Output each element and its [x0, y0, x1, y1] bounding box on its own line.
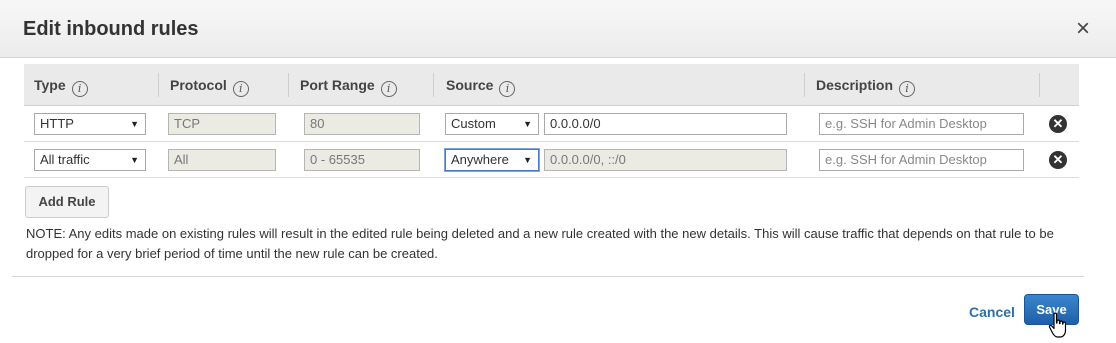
type-select[interactable]: HTTP — [34, 113, 146, 135]
add-rule-button[interactable]: Add Rule — [25, 186, 109, 218]
source-mode-select[interactable]: Custom — [445, 113, 539, 135]
table-row: HTTP TCP 80 Custom 0.0.0.0/0 e.g. SSH fo… — [24, 106, 1079, 142]
source-cidr-input[interactable]: 0.0.0.0/0 — [544, 113, 787, 135]
description-input[interactable]: e.g. SSH for Admin Desktop — [819, 149, 1024, 171]
source-cidr-input: 0.0.0.0/0, ::/0 — [544, 149, 787, 171]
modal-header: Edit inbound rules × — [0, 0, 1116, 58]
close-icon[interactable]: × — [1072, 17, 1094, 41]
port-range-field: 80 — [304, 113, 420, 135]
type-select[interactable]: All traffic — [34, 149, 146, 171]
column-header-type: Type i — [24, 64, 88, 106]
footer-divider — [12, 276, 1084, 277]
column-label: Port Range — [300, 77, 375, 93]
column-label: Protocol — [170, 77, 227, 93]
inbound-rules-table: Type i Protocol i Port Range i Source i Desc… — [24, 64, 1079, 178]
column-divider — [804, 73, 805, 97]
info-icon[interactable]: i — [71, 81, 88, 97]
column-divider — [433, 73, 434, 97]
info-icon[interactable]: i — [499, 81, 516, 97]
remove-rule-icon[interactable]: ✕ — [1049, 115, 1067, 133]
edit-warning-note: NOTE: Any edits made on existing rules w… — [26, 226, 1054, 261]
description-input[interactable]: e.g. SSH for Admin Desktop — [819, 113, 1024, 135]
column-header-description: Description i — [806, 64, 916, 106]
info-icon[interactable]: i — [899, 81, 916, 97]
info-icon[interactable]: i — [380, 81, 397, 97]
column-divider — [158, 73, 159, 97]
column-header-source: Source i — [436, 64, 516, 106]
column-label: Description — [816, 77, 894, 93]
column-divider — [1039, 73, 1040, 97]
column-header-port-range: Port Range i — [290, 64, 397, 106]
column-divider — [288, 73, 289, 97]
port-range-field: 0 - 65535 — [304, 149, 420, 171]
column-label: Type — [34, 77, 66, 93]
table-header: Type i Protocol i Port Range i Source i Desc… — [24, 64, 1079, 106]
protocol-field: All — [168, 149, 276, 171]
source-mode-select[interactable]: Anywhere — [444, 148, 540, 172]
cancel-button[interactable]: Cancel — [969, 304, 1015, 320]
remove-rule-icon[interactable]: ✕ — [1049, 151, 1067, 169]
info-icon[interactable]: i — [232, 81, 249, 97]
modal-title: Edit inbound rules — [23, 18, 199, 40]
protocol-field: TCP — [168, 113, 276, 135]
column-header-protocol: Protocol i — [160, 64, 249, 106]
hand-pointer-icon — [1048, 312, 1067, 338]
table-row: All traffic All 0 - 65535 Anywhere 0.0.0… — [24, 142, 1079, 178]
column-label: Source — [446, 77, 494, 93]
